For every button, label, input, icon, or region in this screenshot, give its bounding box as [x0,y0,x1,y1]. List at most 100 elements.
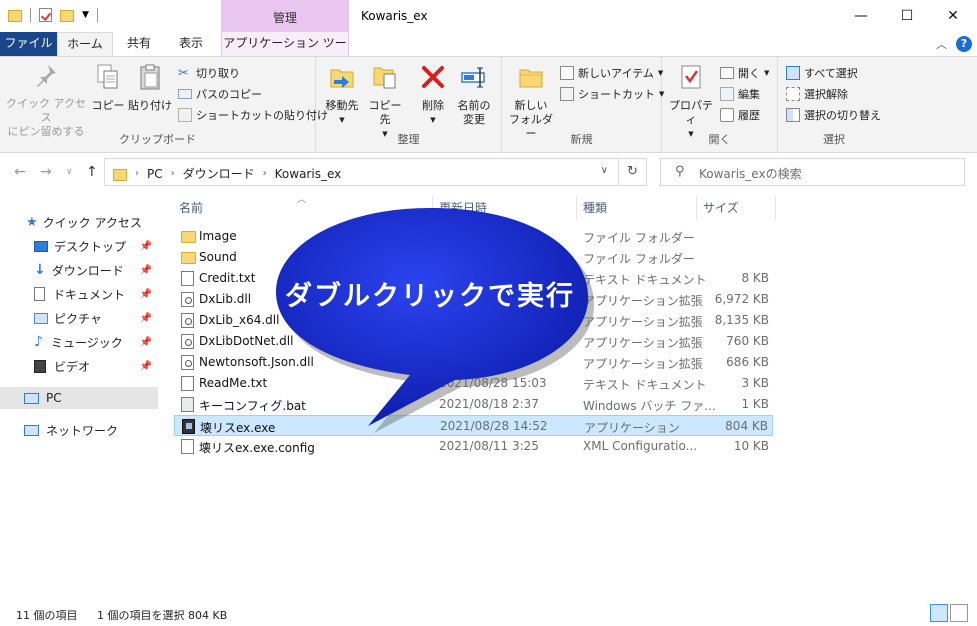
open-button[interactable]: 開く ▼ [720,65,769,81]
close-button[interactable]: ✕ [930,0,976,32]
new-folder-icon[interactable] [60,10,74,22]
file-row[interactable]: DxLib_x64.dll アプリケーション拡張 8,135 KB [174,310,773,331]
tab-home[interactable]: ホーム [57,32,113,56]
cut-button[interactable]: ✂ 切り取り [178,65,240,81]
tab-view[interactable]: 表示 [166,32,216,56]
history-button[interactable]: 履歴 [720,107,760,123]
chevron-up-icon[interactable]: ︿ [936,36,947,52]
file-type: アプリケーション拡張 [583,315,703,329]
large-icons-view-icon[interactable] [950,604,968,622]
organize-group: 移動先 ▼ コピー先 ▼ 削除 ▼ 名前の 変更 整理 [316,57,502,153]
new-group: 新しい フォルダー 新しいアイテム ▼ ショートカット ▼ 新規 [502,57,664,153]
column-header-size[interactable]: サイズ [703,199,739,216]
chevron-right-icon: › [135,168,139,179]
address-bar[interactable]: › PC › ダウンロード › Kowaris_ex ∨ [104,158,619,186]
edit-label: 編集 [738,88,760,101]
recent-locations-dropdown[interactable]: ∨ [66,167,73,177]
paste-label: 貼り付け [128,99,172,112]
tab-manage[interactable]: 管理 [221,0,349,32]
edit-button[interactable]: 編集 [720,86,760,102]
tab-file[interactable]: ファイル [0,32,57,56]
move-to-button[interactable]: 移動先 ▼ [322,63,362,127]
file-row[interactable]: DxLib.dll アプリケーション拡張 6,972 KB [174,289,773,310]
file-row[interactable]: ReadMe.txt 2021/08/28 15:03 テキスト ドキュメント 3 K… [174,373,773,394]
file-row-selected[interactable]: 壊リスex.exe 2021/08/28 14:52 アプリケーション 804 KB [174,415,773,436]
column-divider[interactable] [775,196,776,220]
easy-access-label: ショートカット [578,88,655,101]
file-size: 686 KB [726,355,769,369]
sort-ascending-icon: ︿ [297,195,307,205]
back-button[interactable]: ← [14,164,26,180]
file-row[interactable]: キーコンフィグ.bat 2021/08/18 2:37 Windows バッチ ファ… [174,394,773,415]
dll-file-icon [181,313,194,328]
column-divider[interactable] [432,196,433,220]
view-switcher [930,604,968,622]
breadcrumb-pc[interactable]: PC [147,167,163,181]
nav-item-documents[interactable]: ドキュメント 📌 [0,283,158,305]
copy-to-button[interactable]: コピー先 ▼ [364,63,406,141]
nav-item-downloads[interactable]: ↓ ダウンロード 📌 [0,259,158,281]
nav-quick-access[interactable]: ★ クイック アクセス [0,211,158,233]
nav-item-music[interactable]: ♪ ミュージック 📌 [0,331,158,353]
file-row[interactable]: Credit.txt テキスト ドキュメント 8 KB [174,268,773,289]
tab-application-tools[interactable]: アプリケーション ツール [221,32,349,72]
properties-icon[interactable] [39,8,52,22]
chevron-down-icon[interactable]: ∨ [601,165,608,176]
refresh-button[interactable]: ↻ [619,158,647,186]
breadcrumb-current[interactable]: Kowaris_ex [275,167,342,181]
new-folder-label-line1: 新しい [514,99,548,112]
file-row[interactable]: Image ファイル フォルダー [174,226,773,247]
nav-item-desktop[interactable]: デスクトップ 📌 [0,235,158,257]
easy-access-button[interactable]: ショートカット ▼ [560,86,664,102]
forward-button[interactable]: → [40,164,52,180]
search-box[interactable]: ⚲ Kowaris_exの検索 [660,158,965,186]
column-header-date[interactable]: 更新日時 [439,199,487,216]
column-divider[interactable] [696,196,697,220]
file-date: 2021/08/18 2:37 [439,397,539,411]
paste-button[interactable]: 貼り付け [128,63,172,113]
details-view-icon[interactable] [930,604,948,622]
chevron-right-icon: › [170,168,175,179]
new-item-button[interactable]: 新しいアイテム ▼ [560,65,663,81]
tab-share[interactable]: 共有 [116,32,162,56]
maximize-button[interactable]: ☐ [884,0,930,32]
up-button[interactable]: ↑ [86,164,98,180]
rename-button[interactable]: 名前の 変更 [454,63,494,127]
folder-icon [181,231,196,243]
file-row[interactable]: Sound ファイル フォルダー [174,247,773,268]
copy-button[interactable]: コピー [90,63,126,113]
nav-network[interactable]: ネットワーク [0,419,158,441]
properties-button[interactable]: プロパティ ▼ [666,63,716,141]
file-name: DxLib.dll [199,292,252,306]
minimize-button[interactable]: — [838,0,884,32]
toolbar-divider [30,8,31,22]
pin-quick-access-button[interactable]: クイック アクセス にピン留めする [6,63,86,139]
invert-selection-button[interactable]: 選択の切り替え [786,107,881,123]
new-folder-button[interactable]: 新しい フォルダー [506,63,556,141]
paste-shortcut-button[interactable]: ショートカットの貼り付け [178,107,328,123]
file-row[interactable]: DxLibDotNet.dll アプリケーション拡張 760 KB [174,331,773,352]
nav-item-pictures[interactable]: ピクチャ 📌 [0,307,158,329]
rename-icon [461,67,485,88]
move-to-icon [330,69,354,88]
chevron-down-icon[interactable]: ▼ [82,10,89,20]
picture-icon [34,312,48,324]
select-all-button[interactable]: すべて選択 [786,65,858,81]
column-header-type[interactable]: 種類 [583,199,607,216]
column-divider[interactable] [576,196,577,220]
nav-item-label: ピクチャ [54,311,102,326]
nav-pc[interactable]: PC [0,387,158,409]
search-input[interactable]: Kowaris_exの検索 [699,165,802,182]
file-date: 2021/08/11 3:25 [439,439,539,453]
delete-button[interactable]: 削除 ▼ [416,63,450,127]
breadcrumb-downloads[interactable]: ダウンロード [183,165,255,182]
help-icon[interactable]: ? [956,36,972,52]
download-icon: ↓ [34,262,46,278]
file-row[interactable]: 壊リスex.exe.config 2021/08/11 3:25 XML Confi… [174,436,773,457]
nav-item-videos[interactable]: ビデオ 📌 [0,355,158,377]
copy-path-button[interactable]: パスのコピー [178,86,262,102]
column-header-name[interactable]: 名前 [179,199,203,216]
file-type: アプリケーション拡張 [583,336,703,350]
select-none-button[interactable]: 選択解除 [786,86,848,102]
file-row[interactable]: Newtonsoft.Json.dll アプリケーション拡張 686 KB [174,352,773,373]
